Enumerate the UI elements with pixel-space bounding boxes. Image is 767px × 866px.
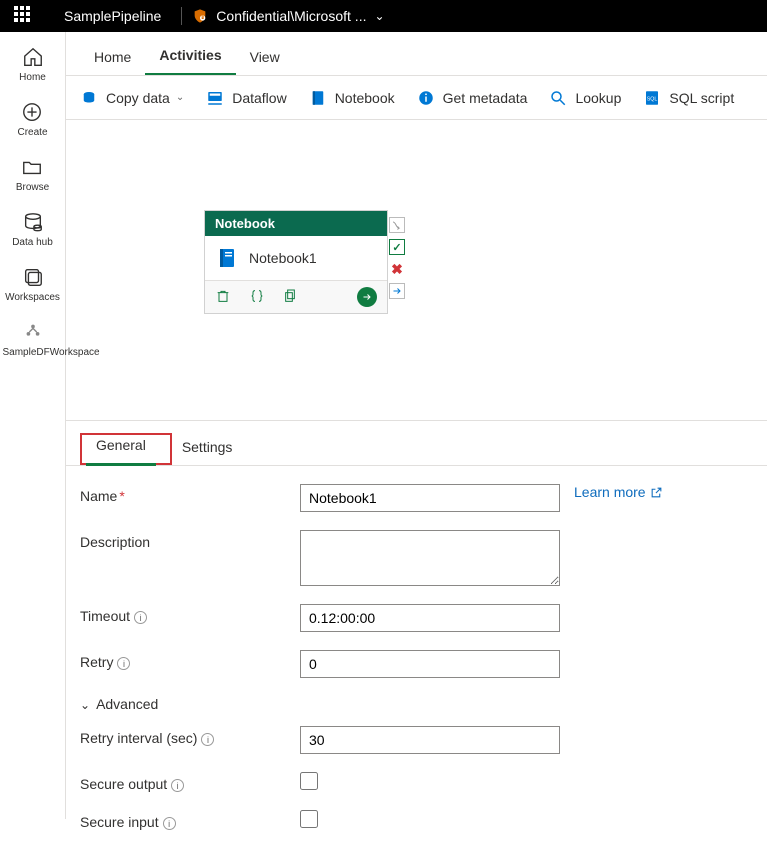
input-retry-interval[interactable] bbox=[300, 726, 560, 754]
prop-tab-general[interactable]: General bbox=[86, 431, 156, 466]
label-description: Description bbox=[80, 530, 300, 550]
delete-icon[interactable] bbox=[215, 288, 231, 304]
copy-icon[interactable] bbox=[283, 288, 299, 304]
nav-create[interactable]: Create bbox=[17, 101, 47, 138]
port-success[interactable]: ✓ bbox=[389, 239, 405, 255]
sql-icon: SQL bbox=[643, 89, 661, 107]
workspaces-icon bbox=[22, 266, 44, 288]
tool-lookup[interactable]: Lookup bbox=[549, 89, 621, 107]
info-icon: i bbox=[201, 733, 214, 746]
nav-browse[interactable]: Browse bbox=[16, 156, 49, 193]
info-icon: i bbox=[117, 657, 130, 670]
prop-tab-settings[interactable]: Settings bbox=[172, 433, 243, 465]
input-description[interactable] bbox=[300, 530, 560, 586]
node-output-ports: ✓ ✖ bbox=[389, 217, 405, 299]
tool-sql-script[interactable]: SQL SQL script bbox=[643, 89, 734, 107]
chevron-down-icon: ⌄ bbox=[80, 698, 90, 712]
copy-data-icon bbox=[80, 89, 98, 107]
tool-get-metadata[interactable]: Get metadata bbox=[417, 89, 528, 107]
activity-node-notebook[interactable]: Notebook Notebook1 ✓ ✖ bbox=[204, 210, 388, 314]
tab-activities[interactable]: Activities bbox=[145, 37, 235, 75]
port-completion[interactable] bbox=[389, 283, 405, 299]
database-icon bbox=[22, 211, 44, 233]
left-nav: Home Create Browse Data hub Workspaces S… bbox=[0, 32, 66, 819]
workspace-dots-icon bbox=[22, 321, 44, 343]
external-link-icon bbox=[650, 486, 663, 499]
port-skip[interactable] bbox=[389, 217, 405, 233]
learn-more-link[interactable]: Learn more bbox=[574, 484, 663, 500]
properties-panel: General Settings Name* Learn more Descri… bbox=[66, 420, 767, 866]
port-failure[interactable]: ✖ bbox=[389, 261, 405, 277]
nav-workspaces[interactable]: Workspaces bbox=[5, 266, 60, 303]
pipeline-title: SamplePipeline bbox=[64, 8, 161, 24]
plus-circle-icon bbox=[21, 101, 43, 123]
nav-datahub[interactable]: Data hub bbox=[12, 211, 53, 248]
tab-home[interactable]: Home bbox=[80, 39, 145, 75]
label-retry-interval: Retry interval (sec)i bbox=[80, 726, 300, 746]
nav-workspace-current[interactable]: SampleDFWorkspace bbox=[3, 321, 63, 358]
info-icon: i bbox=[171, 779, 184, 792]
sensitivity-chevron-icon[interactable]: ⌄ bbox=[374, 9, 384, 23]
run-button[interactable] bbox=[357, 287, 377, 307]
header-divider bbox=[181, 7, 182, 25]
braces-icon[interactable] bbox=[249, 288, 265, 304]
label-secure-output: Secure outputi bbox=[80, 772, 300, 792]
title-bar: SamplePipeline Confidential\Microsoft ..… bbox=[0, 0, 767, 32]
checkbox-secure-output[interactable] bbox=[300, 772, 318, 790]
info-icon bbox=[417, 89, 435, 107]
tab-view[interactable]: View bbox=[236, 39, 294, 75]
general-tab-highlight: General bbox=[80, 433, 172, 465]
tool-notebook[interactable]: Notebook bbox=[309, 89, 395, 107]
notebook-icon bbox=[309, 89, 327, 107]
chevron-down-icon: ⌄ bbox=[176, 92, 184, 103]
info-icon: i bbox=[134, 611, 147, 624]
advanced-toggle[interactable]: ⌄Advanced bbox=[80, 696, 158, 712]
input-name[interactable] bbox=[300, 484, 560, 512]
ribbon-tabs: Home Activities View bbox=[66, 32, 767, 76]
notebook-icon bbox=[215, 246, 239, 270]
node-type-label: Notebook bbox=[205, 211, 387, 236]
label-retry: Retryi bbox=[80, 650, 300, 670]
sensitivity-shield-icon bbox=[192, 8, 208, 24]
label-secure-input: Secure inputi bbox=[80, 810, 300, 830]
svg-text:SQL: SQL bbox=[647, 96, 658, 102]
input-retry[interactable] bbox=[300, 650, 560, 678]
activity-toolbar: Copy data ⌄ Dataflow Notebook Get metada… bbox=[66, 76, 767, 120]
input-timeout[interactable] bbox=[300, 604, 560, 632]
pipeline-canvas[interactable]: Notebook Notebook1 ✓ ✖ bbox=[66, 120, 767, 420]
main-area: Home Activities View Copy data ⌄ Dataflo… bbox=[66, 32, 767, 819]
sensitivity-label[interactable]: Confidential\Microsoft ... bbox=[216, 8, 366, 24]
search-icon bbox=[549, 89, 567, 107]
node-activity-name: Notebook1 bbox=[249, 250, 317, 266]
label-timeout: Timeouti bbox=[80, 604, 300, 624]
tool-dataflow[interactable]: Dataflow bbox=[206, 89, 286, 107]
tool-copy-data[interactable]: Copy data ⌄ bbox=[80, 89, 184, 107]
dataflow-icon bbox=[206, 89, 224, 107]
label-name: Name* bbox=[80, 484, 300, 504]
home-icon bbox=[22, 46, 44, 68]
folder-icon bbox=[21, 156, 43, 178]
checkbox-secure-input[interactable] bbox=[300, 810, 318, 828]
arrow-right-icon bbox=[361, 291, 373, 303]
nav-home[interactable]: Home bbox=[19, 46, 46, 83]
app-launcher-icon[interactable] bbox=[14, 6, 34, 26]
